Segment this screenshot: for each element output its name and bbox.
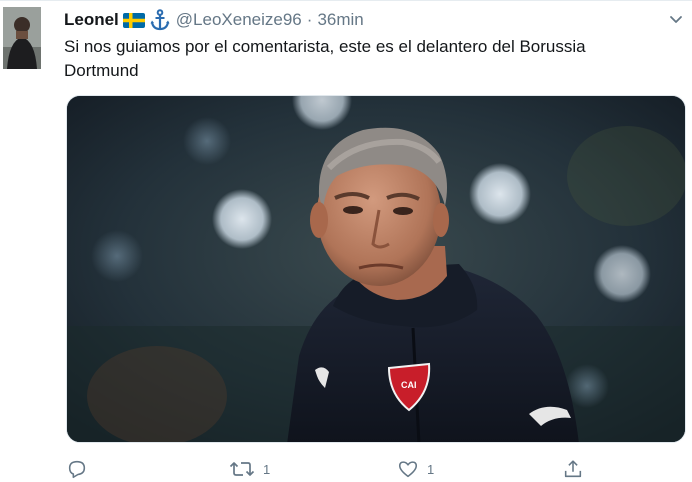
sweden-flag-icon [122, 12, 145, 28]
chevron-down-icon[interactable] [668, 11, 684, 27]
tweet-actions: 1 1 [64, 458, 624, 482]
retweet-button[interactable]: 1 [229, 458, 270, 480]
reply-icon [66, 458, 88, 480]
like-button[interactable]: 1 [397, 458, 434, 480]
retweet-icon [229, 458, 255, 480]
separator-dot: · [306, 10, 313, 29]
tweet-card[interactable]: Leonel @LeoXeneize96 · 36min Si nos guia… [0, 0, 692, 482]
like-count: 1 [427, 461, 435, 477]
tweet-timestamp[interactable]: 36min [317, 10, 363, 30]
tweet-photo[interactable]: CAI [66, 95, 686, 443]
anchor-icon [150, 9, 170, 31]
svg-text:CAI: CAI [401, 380, 417, 390]
author-handle[interactable]: @LeoXeneize96 [176, 10, 302, 30]
reply-button[interactable] [66, 458, 96, 480]
share-icon [562, 458, 584, 480]
retweet-count: 1 [263, 461, 271, 477]
share-button[interactable] [562, 458, 592, 480]
avatar[interactable] [3, 7, 41, 69]
author-name[interactable]: Leonel [64, 10, 119, 30]
heart-icon [397, 458, 419, 480]
tweet-header: Leonel @LeoXeneize96 · 36min [64, 8, 364, 32]
tweet-text: Si nos guiamos por el comentarista, este… [64, 37, 586, 80]
